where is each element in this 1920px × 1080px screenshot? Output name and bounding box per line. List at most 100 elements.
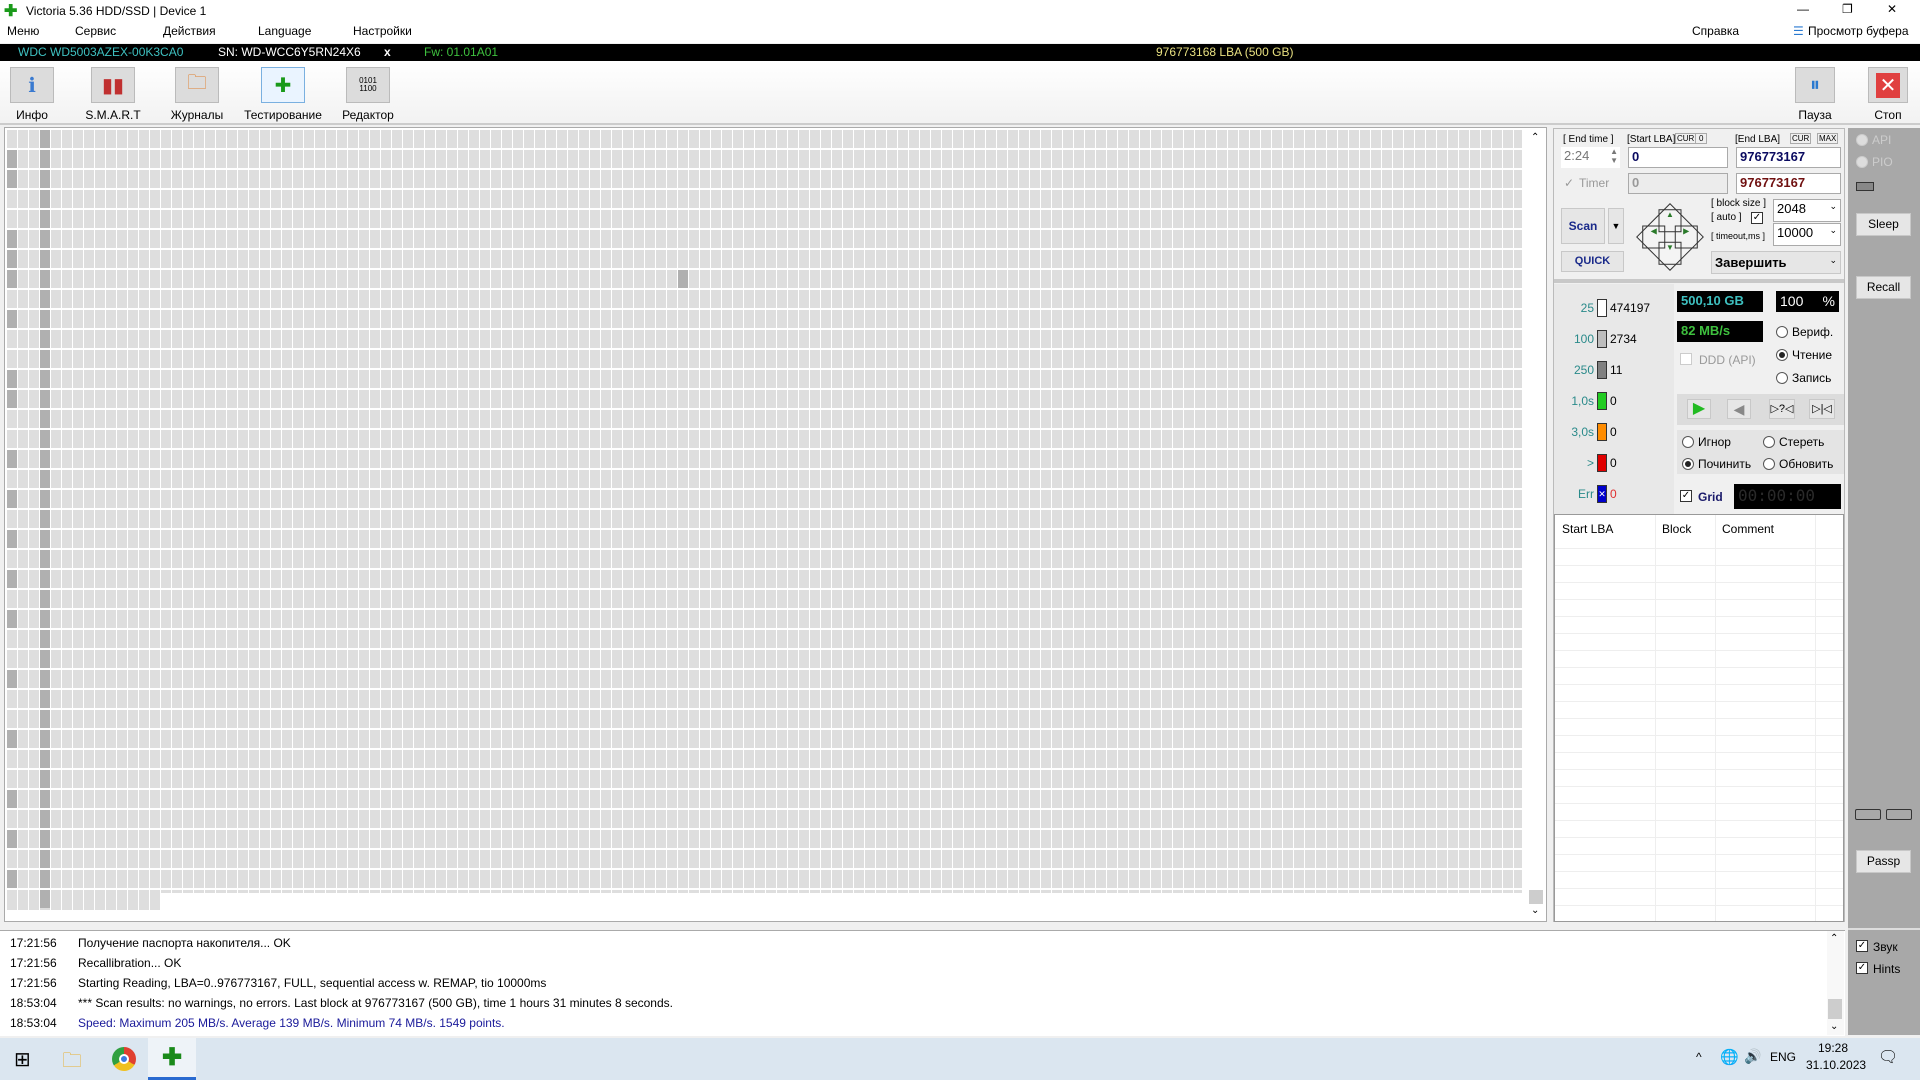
timeout-select[interactable]: 10000 ⌄ <box>1773 223 1841 246</box>
log-entry: 17:21:56 Starting Reading, LBA=0..9767731… <box>10 976 546 990</box>
testing-button[interactable]: ✚ Тестирование <box>238 67 328 122</box>
info-button[interactable]: ℹ Инфо <box>0 67 77 122</box>
tray-chevron-icon[interactable]: ^ <box>1696 1050 1702 1064</box>
stop-button[interactable]: ✕ Стоп <box>1843 67 1920 122</box>
finish-action-select[interactable]: Завершить ⌄ <box>1711 251 1841 274</box>
ddd-checkbox[interactable] <box>1680 353 1692 365</box>
minimize-button[interactable]: — <box>1797 2 1809 16</box>
log-text: Starting Reading, LBA=0..976773167, FULL… <box>78 976 547 990</box>
file-explorer-icon[interactable]: 🗀 <box>62 1046 82 1080</box>
device-firmware: Fw: 01.01A01 <box>424 45 499 59</box>
passp-button[interactable]: Passp <box>1856 850 1911 873</box>
recall-button[interactable]: Recall <box>1856 276 1911 299</box>
smart-button[interactable]: ▮▮ S.M.A.R.T <box>68 67 158 122</box>
device-model[interactable]: WDC WD5003AZEX-00K3CA0 <box>18 45 183 59</box>
stat-threshold: 250 <box>1573 363 1594 377</box>
restore-button[interactable]: ❐ <box>1842 2 1853 16</box>
buffer-view-button[interactable]: Просмотр буфера <box>1808 24 1909 38</box>
seek-unknown-button[interactable]: ▷?◁ <box>1769 399 1795 419</box>
block-size-select[interactable]: 2048 ⌄ <box>1773 199 1841 222</box>
sound-checkbox[interactable]: ✓ <box>1856 940 1868 952</box>
stat-color-swatch <box>1597 361 1607 379</box>
end-time-stepper[interactable]: 2:24 ▲ ▼ <box>1561 147 1620 168</box>
clock-date[interactable]: 31.10.2023 <box>1806 1058 1866 1072</box>
menu-item-menu[interactable]: Меню <box>7 24 39 38</box>
skip-end-button[interactable]: ▷|◁ <box>1809 399 1835 419</box>
language-indicator[interactable]: ENG <box>1770 1050 1796 1064</box>
close-button[interactable]: ✕ <box>1887 2 1897 16</box>
play-button[interactable]: ▶ <box>1687 399 1711 419</box>
action-repair-radio[interactable]: Починить <box>1682 457 1751 471</box>
slow-block <box>40 310 50 328</box>
menu-item-service[interactable]: Сервис <box>75 24 116 38</box>
info-icon: ℹ <box>10 67 54 103</box>
slow-block <box>40 530 50 548</box>
action-ignore-radio[interactable]: Игнор <box>1682 435 1731 449</box>
sleep-button[interactable]: Sleep <box>1856 213 1911 236</box>
log-scrollbar[interactable]: ⌃ ⌄ <box>1827 931 1844 1035</box>
start-cur-button[interactable]: CUR <box>1675 133 1697 144</box>
arrow-down-icon[interactable]: ▼ <box>1658 241 1682 265</box>
action-erase-radio[interactable]: Стереть <box>1763 435 1824 449</box>
end-lba-current: 976773167 <box>1736 173 1841 194</box>
stat-color-swatch <box>1597 392 1607 410</box>
start-zero-button[interactable]: 0 <box>1695 133 1708 144</box>
mode-write-radio[interactable]: Запись <box>1776 371 1831 385</box>
volume-icon[interactable]: 🔊 <box>1744 1048 1761 1065</box>
clock-time[interactable]: 19:28 <box>1818 1041 1848 1055</box>
timer-input[interactable]: 0 <box>1628 173 1728 194</box>
slow-block <box>7 450 17 468</box>
victoria-app-icon[interactable]: ✚ <box>148 1038 196 1080</box>
end-lba-input[interactable]: 976773167 <box>1736 147 1841 168</box>
network-icon[interactable]: 🌐 <box>1720 1048 1739 1066</box>
slow-block <box>40 690 50 708</box>
logs-button[interactable]: 🗀 Журналы <box>152 67 242 122</box>
direction-pad[interactable]: ▲ ▶ ◀ ▼ <box>1636 203 1704 271</box>
menu-item-actions[interactable]: Действия <box>163 24 216 38</box>
device-close-button[interactable]: x <box>384 45 391 59</box>
column-start-lba[interactable]: Start LBA <box>1562 522 1613 536</box>
timer-checkbox[interactable]: ✓ <box>1564 176 1574 190</box>
chrome-icon[interactable] <box>112 1047 136 1071</box>
smart-icon: ▮▮ <box>91 67 135 103</box>
menu-item-language[interactable]: Language <box>258 24 311 38</box>
hints-checkbox[interactable]: ✓ <box>1856 962 1868 974</box>
test-icon: ✚ <box>261 67 305 103</box>
slow-block <box>7 730 17 748</box>
grid-scrollbar[interactable]: ⌃ ⌄ <box>1528 130 1545 920</box>
start-lba-input[interactable]: 0 <box>1628 147 1728 168</box>
back-button[interactable]: ◀ <box>1727 399 1751 419</box>
slow-block <box>40 630 50 648</box>
editor-button[interactable]: 0101 1100 Редактор <box>323 67 413 122</box>
notification-icon[interactable]: 🗨 <box>1878 1047 1898 1067</box>
menu-item-help[interactable]: Справка <box>1692 24 1739 38</box>
auto-checkbox[interactable]: ✓ <box>1751 212 1763 224</box>
column-comment[interactable]: Comment <box>1722 522 1774 536</box>
event-log: 17:21:56 Получение паспорта накопителя...… <box>0 930 1845 1036</box>
app-logo-icon: ✚ <box>4 3 18 20</box>
log-text: Speed: Maximum 205 MB/s. Average 139 MB/… <box>78 1016 505 1030</box>
power-indicator <box>1856 182 1874 191</box>
mode-verify-radio[interactable]: Вериф. <box>1776 325 1833 339</box>
stat-count: 474197 <box>1610 301 1651 315</box>
action-refresh-radio[interactable]: Обновить <box>1763 457 1833 471</box>
column-block[interactable]: Block <box>1662 522 1691 536</box>
windows-start-icon[interactable]: ⊞ <box>14 1047 31 1072</box>
logs-icon: 🗀 <box>175 67 219 103</box>
pio-radio[interactable]: PIO <box>1856 155 1893 169</box>
end-cur-button[interactable]: CUR <box>1790 133 1812 144</box>
slow-block <box>7 610 17 628</box>
wrc-indicator <box>1855 809 1881 820</box>
slow-block <box>7 530 17 548</box>
end-max-button[interactable]: MAX <box>1817 133 1839 144</box>
slow-block <box>7 490 17 508</box>
scan-dropdown-icon[interactable]: ▼ <box>1608 208 1624 244</box>
menu-item-settings[interactable]: Настройки <box>353 24 412 38</box>
scan-button[interactable]: Scan <box>1561 208 1605 244</box>
mode-read-radio[interactable]: Чтение <box>1776 348 1832 362</box>
quick-button[interactable]: QUICK <box>1561 251 1624 272</box>
stat-threshold: 1,0s <box>1571 394 1594 408</box>
stat-row: 3,0s 0 <box>1558 423 1617 441</box>
grid-checkbox[interactable]: ✓ <box>1680 490 1692 502</box>
api-radio[interactable]: API <box>1856 133 1891 147</box>
